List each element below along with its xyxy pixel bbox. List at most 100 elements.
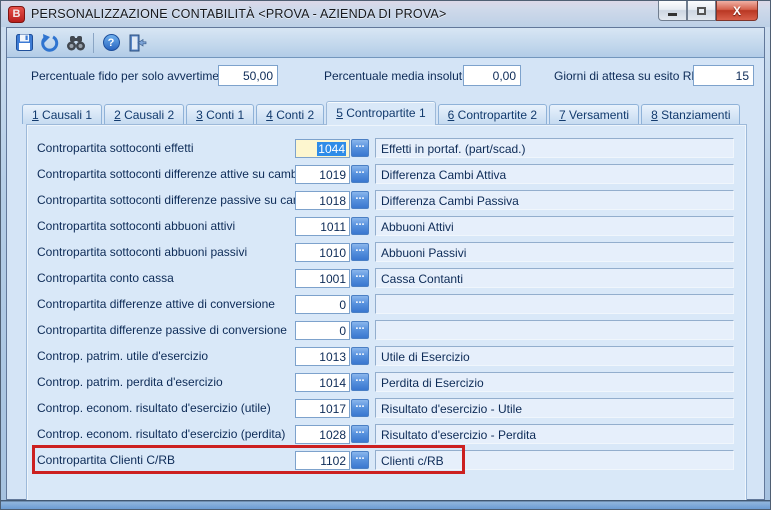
giorni-input[interactable]: 15 bbox=[693, 65, 754, 86]
app-icon: B bbox=[8, 5, 25, 23]
save-icon bbox=[15, 34, 33, 51]
minimize-button[interactable] bbox=[658, 1, 687, 21]
lookup-button[interactable]: ... bbox=[351, 425, 369, 443]
insoluti-label: Percentuale media insoluti bbox=[324, 69, 465, 83]
row-label: Contropartita differenze passive di conv… bbox=[37, 323, 287, 337]
table-row: Contropartita sottoconti abbuoni attivi … bbox=[27, 213, 746, 239]
save-button[interactable] bbox=[11, 31, 37, 55]
tab-stanziamenti[interactable]: 8 Stanziamenti bbox=[641, 104, 741, 124]
table-row: Contropartita differenze passive di conv… bbox=[27, 317, 746, 343]
table-row-clienti-crb: Contropartita Clienti C/RB 1102 ... Clie… bbox=[27, 447, 746, 473]
account-code-input[interactable]: 1013 bbox=[295, 346, 350, 366]
tab-strip: 1 Causali 1 2 Causali 2 3 Conti 1 4 Cont… bbox=[7, 101, 764, 125]
table-row: Contropartita sottoconti effetti 1044 ..… bbox=[27, 135, 746, 161]
account-code-input[interactable]: 1017 bbox=[295, 398, 350, 418]
app-window: B PERSONALIZZAZIONE CONTABILITÀ <PROVA -… bbox=[0, 0, 771, 510]
maximize-icon bbox=[697, 6, 706, 15]
window-bottom-frame bbox=[1, 500, 770, 509]
selected-text: 1044 bbox=[317, 141, 346, 156]
account-description: Abbuoni Attivi bbox=[375, 216, 734, 236]
find-button[interactable] bbox=[63, 31, 89, 55]
toolbar-separator bbox=[93, 32, 94, 53]
row-label: Contropartita sottoconti effetti bbox=[37, 141, 194, 155]
account-code-input[interactable]: 1014 bbox=[295, 372, 350, 392]
account-code-input[interactable]: 1044 bbox=[295, 138, 350, 158]
tab-causali-2[interactable]: 2 Causali 2 bbox=[104, 104, 185, 124]
tab-conti-2[interactable]: 4 Conti 2 bbox=[256, 104, 325, 124]
help-icon: ? bbox=[102, 34, 120, 51]
account-description: Differenza Cambi Attiva bbox=[375, 164, 734, 184]
minimize-icon bbox=[668, 12, 677, 16]
lookup-button[interactable]: ... bbox=[351, 269, 369, 287]
account-code-input[interactable]: 1011 bbox=[295, 216, 350, 236]
row-label: Controp. econom. risultato d'esercizio (… bbox=[37, 427, 286, 441]
insoluti-input[interactable]: 0,00 bbox=[463, 65, 521, 86]
account-code-input[interactable]: 1102 bbox=[295, 450, 350, 470]
row-label: Contropartita differenze attive di conve… bbox=[37, 297, 275, 311]
account-description: Utile di Esercizio bbox=[375, 346, 734, 366]
lookup-button[interactable]: ... bbox=[351, 243, 369, 261]
row-label: Contropartita sottoconti differenze atti… bbox=[37, 167, 295, 181]
lookup-button[interactable]: ... bbox=[351, 191, 369, 209]
row-label: Controp. econom. risultato d'esercizio (… bbox=[37, 401, 271, 415]
table-row: Contropartita sottoconti abbuoni passivi… bbox=[27, 239, 746, 265]
lookup-button[interactable]: ... bbox=[351, 373, 369, 391]
giorni-label: Giorni di attesa su esito RB bbox=[554, 69, 700, 83]
table-row: Contropartita differenze attive di conve… bbox=[27, 291, 746, 317]
account-description: Perdita di Esercizio bbox=[375, 372, 734, 392]
toolbar: ? bbox=[7, 28, 764, 58]
undo-button[interactable] bbox=[37, 31, 63, 55]
undo-icon bbox=[41, 33, 59, 52]
lookup-button[interactable]: ... bbox=[351, 217, 369, 235]
lookup-button[interactable]: ... bbox=[351, 347, 369, 365]
tab-conti-1[interactable]: 3 Conti 1 bbox=[186, 104, 255, 124]
account-code-input[interactable]: 1028 bbox=[295, 424, 350, 444]
account-description: Differenza Cambi Passiva bbox=[375, 190, 734, 210]
account-code-input[interactable]: 1019 bbox=[295, 164, 350, 184]
account-description bbox=[375, 294, 734, 314]
maximize-button[interactable] bbox=[687, 1, 716, 21]
close-button[interactable]: X bbox=[716, 1, 758, 21]
binoculars-icon bbox=[67, 35, 85, 50]
lookup-button[interactable]: ... bbox=[351, 295, 369, 313]
tab-contropartite-2[interactable]: 6 Contropartite 2 bbox=[437, 104, 548, 124]
lookup-button[interactable]: ... bbox=[351, 139, 369, 157]
row-label: Contropartita Clienti C/RB bbox=[37, 453, 176, 467]
table-row: Contropartita sottoconti differenze pass… bbox=[27, 187, 746, 213]
tab-contropartite-1[interactable]: 5 Contropartite 1 bbox=[326, 101, 436, 125]
lookup-button[interactable]: ... bbox=[351, 451, 369, 469]
tab-causali-1[interactable]: 1 Causali 1 bbox=[22, 104, 103, 124]
table-row: Controp. patrim. perdita d'esercizio 101… bbox=[27, 369, 746, 395]
account-description: Effetti in portaf. (part/scad.) bbox=[375, 138, 734, 158]
account-code-input[interactable]: 1001 bbox=[295, 268, 350, 288]
window-title: PERSONALIZZAZIONE CONTABILITÀ <PROVA - A… bbox=[31, 7, 447, 21]
table-row: Contropartita sottoconti differenze atti… bbox=[27, 161, 746, 187]
lookup-button[interactable]: ... bbox=[351, 399, 369, 417]
help-button[interactable]: ? bbox=[98, 31, 124, 55]
table-row: Controp. econom. risultato d'esercizio (… bbox=[27, 421, 746, 447]
account-code-input[interactable]: 0 bbox=[295, 320, 350, 340]
row-label: Contropartita sottoconti differenze pass… bbox=[37, 193, 295, 207]
row-label: Controp. patrim. utile d'esercizio bbox=[37, 349, 209, 363]
fido-input[interactable]: 50,00 bbox=[218, 65, 278, 86]
account-code-input[interactable]: 1018 bbox=[295, 190, 350, 210]
table-row: Controp. econom. risultato d'esercizio (… bbox=[27, 395, 746, 421]
title-bar[interactable]: B PERSONALIZZAZIONE CONTABILITÀ <PROVA -… bbox=[1, 1, 770, 27]
row-label: Contropartita conto cassa bbox=[37, 271, 174, 285]
table-row: Controp. patrim. utile d'esercizio 1013 … bbox=[27, 343, 746, 369]
account-description: Risultato d'esercizio - Perdita bbox=[375, 424, 734, 444]
tab-versamenti[interactable]: 7 Versamenti bbox=[549, 104, 640, 124]
caption-buttons: X bbox=[658, 1, 758, 21]
account-code-input[interactable]: 0 bbox=[295, 294, 350, 314]
account-description: Abbuoni Passivi bbox=[375, 242, 734, 262]
account-description: Cassa Contanti bbox=[375, 268, 734, 288]
account-description: Clienti c/RB bbox=[375, 450, 734, 470]
close-icon: X bbox=[732, 3, 741, 18]
account-code-input[interactable]: 1010 bbox=[295, 242, 350, 262]
exit-button[interactable] bbox=[124, 31, 150, 55]
lookup-button[interactable]: ... bbox=[351, 165, 369, 183]
lookup-button[interactable]: ... bbox=[351, 321, 369, 339]
row-label: Contropartita sottoconti abbuoni attivi bbox=[37, 219, 236, 233]
exit-door-icon bbox=[129, 34, 147, 51]
table-row: Contropartita conto cassa 1001 ... Cassa… bbox=[27, 265, 746, 291]
